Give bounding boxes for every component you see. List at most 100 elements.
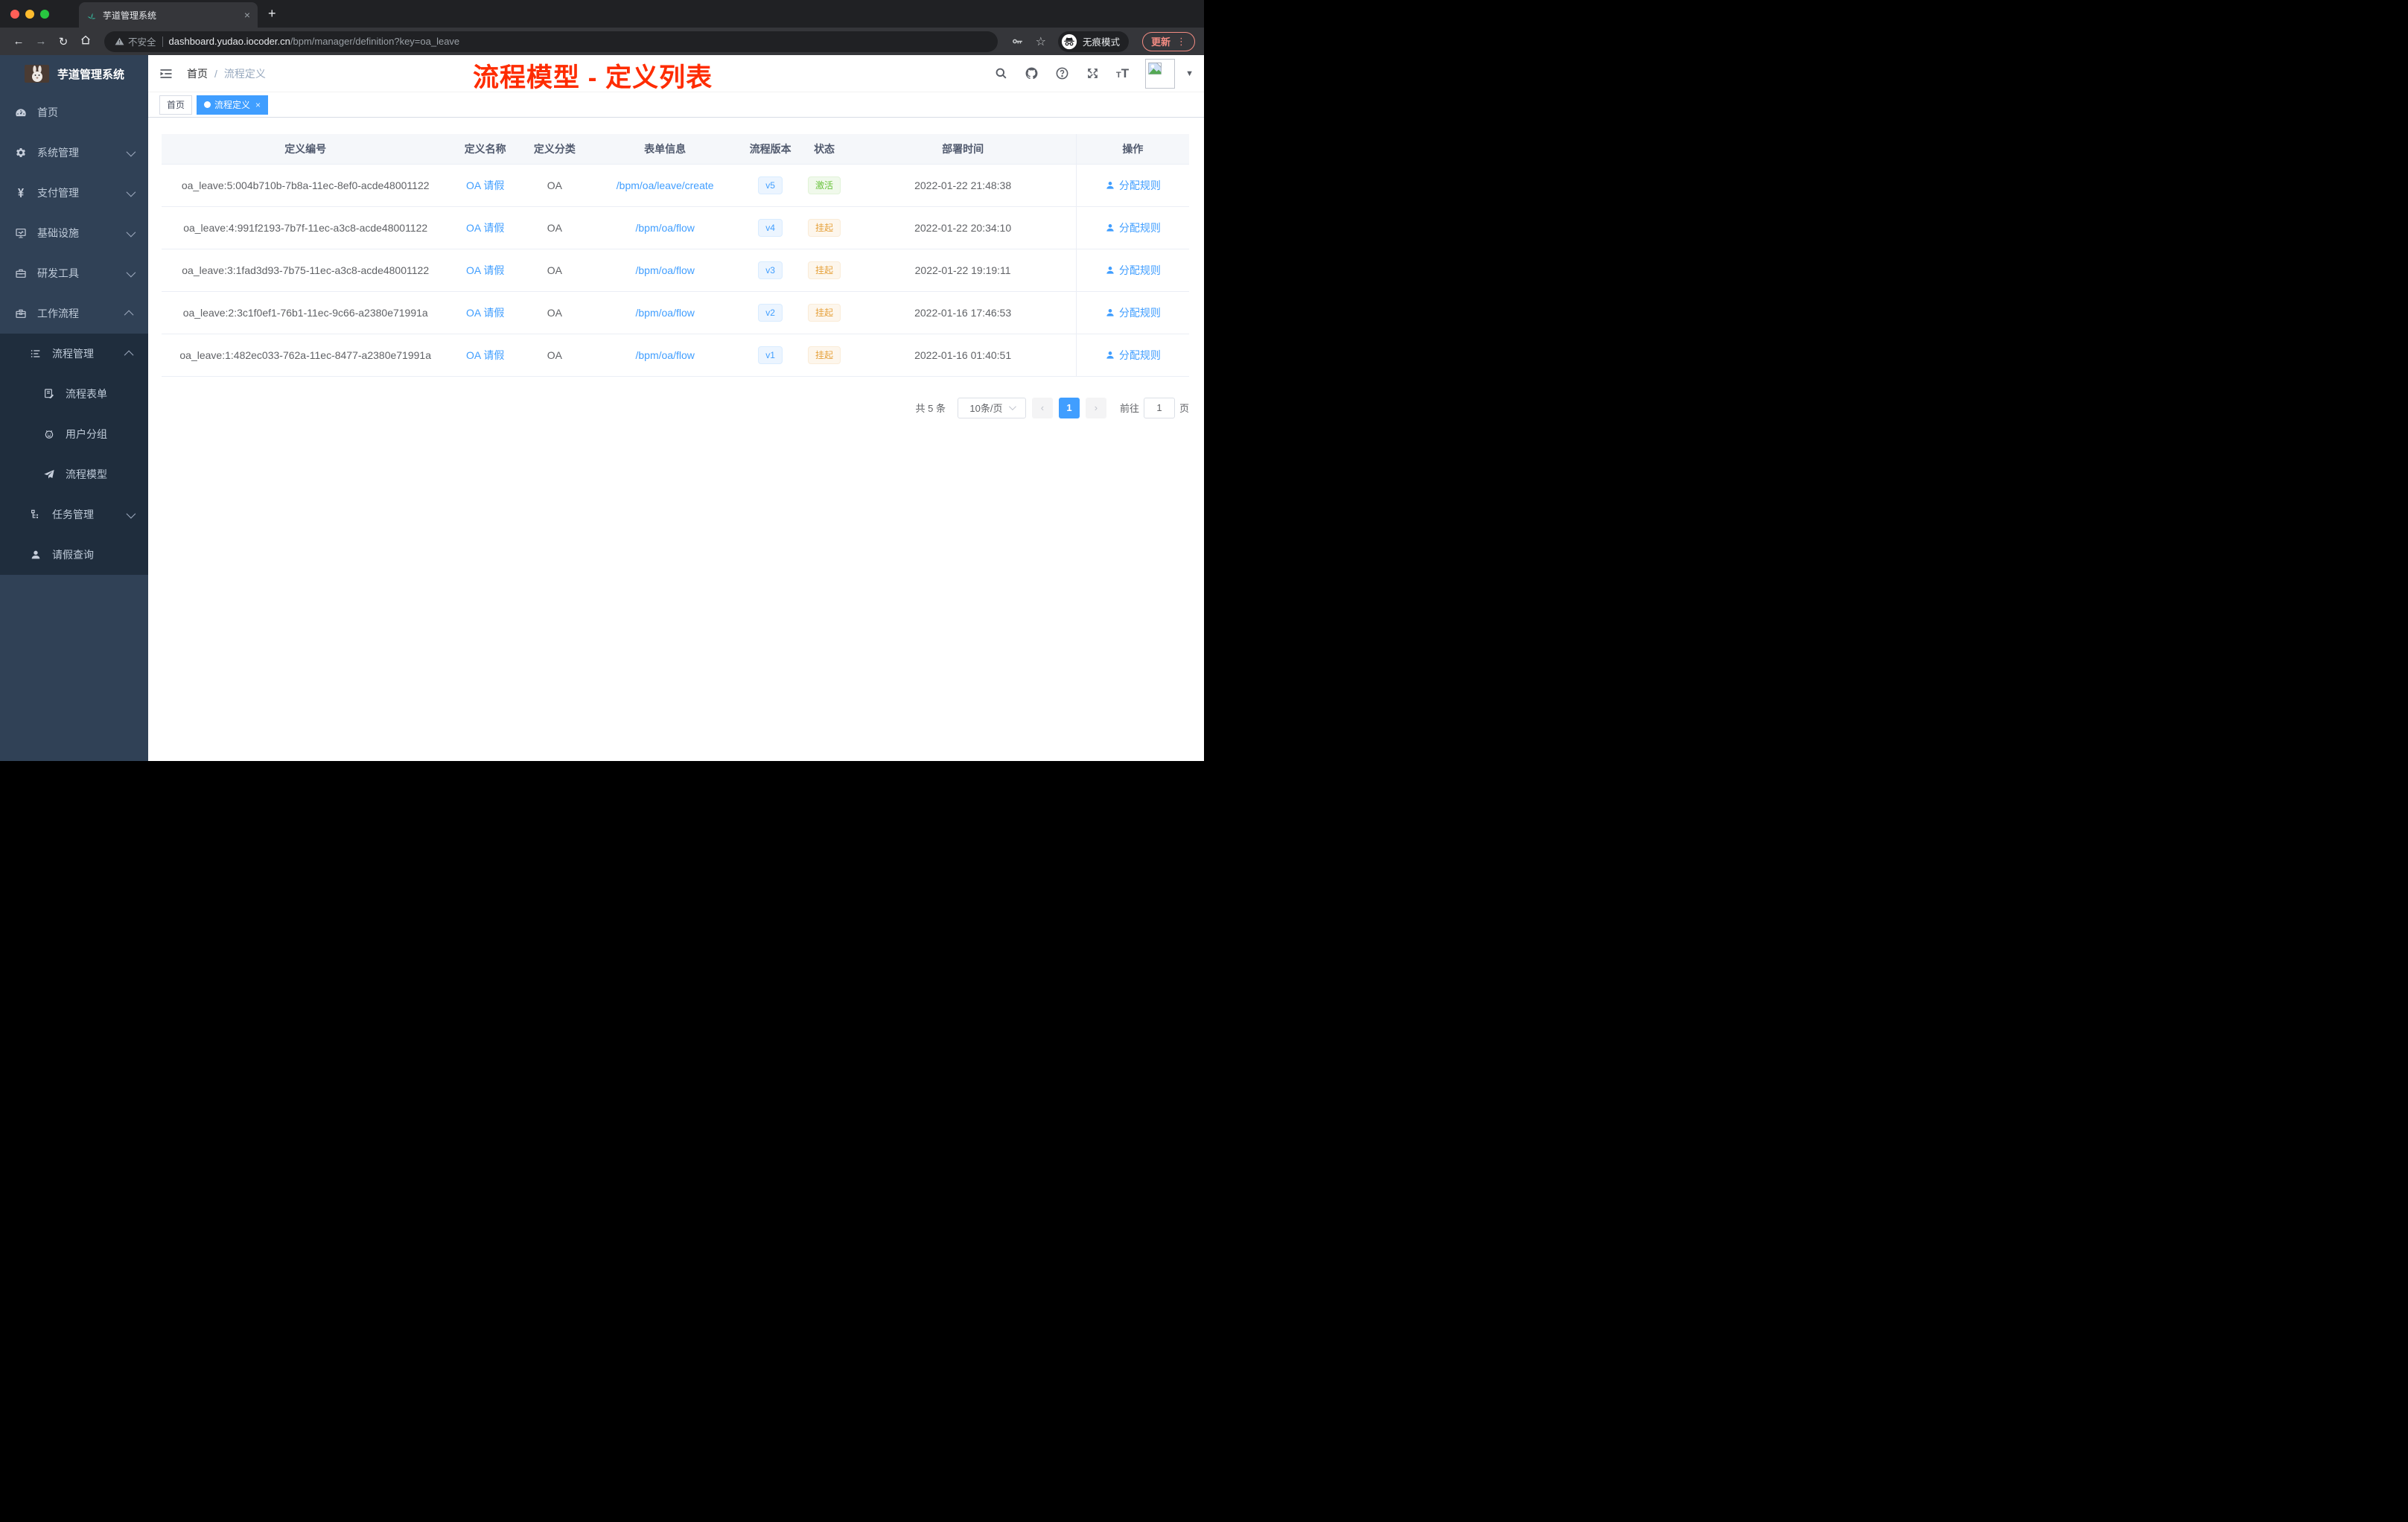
fullscreen-icon[interactable] <box>1086 66 1100 80</box>
sidebar-menu: 首页 系统管理 支付管理 基础设施 研发工具 工作流程 流程管理 流程表单 用户分组流程模型任务… <box>0 92 148 575</box>
tag-home[interactable]: 首页 <box>159 95 193 115</box>
col-process-version: 流程版本 <box>742 134 799 165</box>
form-info-link[interactable]: /bpm/oa/flow <box>635 264 694 276</box>
browser-tab[interactable]: 芋道管理系统 × <box>79 2 258 28</box>
font-size-icon[interactable]: TT <box>1116 67 1129 80</box>
goto-label: 前往 <box>1119 403 1139 414</box>
sidebar-item-process-model[interactable]: 流程模型 <box>0 454 148 494</box>
avatar-caret-icon[interactable]: ▼ <box>1185 69 1194 78</box>
key-icon[interactable] <box>1011 35 1024 48</box>
yen-icon <box>15 187 27 199</box>
col-actions: 操作 <box>1075 134 1189 165</box>
gauge-icon <box>15 106 27 118</box>
tag-close-icon[interactable]: × <box>255 100 261 110</box>
page-content: 定义编号 定义名称 定义分类 表单信息 流程版本 状态 部署时间 操作 oa_l… <box>148 118 1204 761</box>
paper-plane-icon <box>43 468 55 480</box>
sidebar-item-task-mgmt[interactable]: 任务管理 <box>0 494 148 535</box>
tag-active-dot <box>204 101 211 108</box>
url-separator <box>162 36 163 47</box>
table-row: oa_leave:1:482ec033-762a-11ec-8477-a2380… <box>162 334 1189 377</box>
incognito-badge: 无痕模式 <box>1057 31 1129 52</box>
header-actions: TT ▼ <box>994 58 1194 89</box>
url-bar[interactable]: 不安全 dashboard.yudao.iocoder.cn/bpm/manag… <box>104 31 998 52</box>
security-label: 不安全 <box>128 37 156 48</box>
chevron-down-icon <box>126 147 136 156</box>
sidebar-item-devtools[interactable]: 研发工具 <box>0 253 148 293</box>
window-minimize-button[interactable] <box>25 10 34 19</box>
tab-close-icon[interactable]: × <box>244 9 250 21</box>
github-icon[interactable] <box>1025 66 1039 80</box>
page-size-select[interactable]: 10条/页 <box>957 397 1026 418</box>
back-icon[interactable]: ← <box>9 35 28 48</box>
cell-definition-category: OA <box>520 206 588 249</box>
sidebar-item-workflow[interactable]: 工作流程 <box>0 293 148 334</box>
window-zoom-button[interactable] <box>40 10 49 19</box>
definition-name-link[interactable]: OA 请假 <box>466 349 504 361</box>
assign-rule-button[interactable]: 分配规则 <box>1105 305 1161 320</box>
sidebar-item-home[interactable]: 首页 <box>0 92 148 133</box>
col-definition-category: 定义分类 <box>520 134 588 165</box>
sidebar-item-payment[interactable]: 支付管理 <box>0 173 148 213</box>
reload-icon[interactable]: ↻ <box>54 35 73 48</box>
status-tag: 挂起 <box>808 346 841 364</box>
security-warning[interactable]: 不安全 <box>115 34 156 48</box>
tag-home-label: 首页 <box>167 100 185 110</box>
definition-name-link[interactable]: OA 请假 <box>466 222 504 234</box>
update-button[interactable]: 更新 ⋮ <box>1141 31 1195 51</box>
col-form-info: 表单信息 <box>587 134 742 165</box>
prev-page-button[interactable]: ‹ <box>1031 397 1053 418</box>
next-page-button[interactable]: › <box>1085 397 1106 418</box>
col-definition-name: 定义名称 <box>449 134 521 165</box>
avatar[interactable] <box>1145 58 1176 89</box>
new-tab-button[interactable]: + <box>268 6 276 22</box>
sidebar-item-system[interactable]: 系统管理 <box>0 133 148 173</box>
sidebar-item-process-form[interactable]: 流程表单 <box>0 374 148 414</box>
assign-rule-button[interactable]: 分配规则 <box>1105 178 1161 193</box>
form-icon <box>43 388 55 400</box>
definition-name-link[interactable]: OA 请假 <box>466 264 504 276</box>
sidebar-collapse-icon[interactable] <box>159 66 173 81</box>
breadcrumb-home[interactable]: 首页 <box>187 66 208 81</box>
tag-process-definition[interactable]: 流程定义 × <box>197 95 269 115</box>
search-icon[interactable] <box>994 66 1008 80</box>
sidebar-item-process-mgmt[interactable]: 流程管理 <box>0 334 148 374</box>
form-info-link[interactable]: /bpm/oa/flow <box>635 349 694 361</box>
assign-rule-label: 分配规则 <box>1118 179 1161 191</box>
app-title: 芋道管理系统 <box>57 68 125 81</box>
table-row: oa_leave:5:004b710b-7b8a-11ec-8ef0-acde4… <box>162 164 1189 207</box>
browser-menu-dots-icon[interactable]: ⋮ <box>1176 36 1186 48</box>
assign-rule-button[interactable]: 分配规则 <box>1105 348 1161 363</box>
form-info-link[interactable]: /bpm/oa/flow <box>635 222 694 234</box>
help-icon[interactable] <box>1055 66 1069 80</box>
sidebar-item-user-group[interactable]: 用户分组 <box>0 414 148 454</box>
home-icon[interactable] <box>76 34 95 49</box>
bookmark-star-icon[interactable]: ☆ <box>1036 34 1046 49</box>
broken-image-icon <box>1148 62 1162 74</box>
goto-page-input[interactable] <box>1143 397 1175 418</box>
assign-rule-button[interactable]: 分配规则 <box>1105 220 1161 235</box>
cell-deploy-time: 2022-01-16 01:40:51 <box>850 334 1077 377</box>
form-info-link[interactable]: /bpm/oa/flow <box>635 307 694 319</box>
assign-rule-button[interactable]: 分配规则 <box>1105 263 1161 278</box>
definition-name-link[interactable]: OA 请假 <box>466 307 504 319</box>
sidebar-item-label: 流程模型 <box>66 468 107 480</box>
assign-rule-label: 分配规则 <box>1118 348 1161 361</box>
page-1-button[interactable]: 1 <box>1058 397 1080 418</box>
form-info-link[interactable]: /bpm/oa/leave/create <box>617 179 714 191</box>
sidebar-item-infra[interactable]: 基础设施 <box>0 213 148 253</box>
window-close-button[interactable] <box>10 10 19 19</box>
definition-table: 定义编号 定义名称 定义分类 表单信息 流程版本 状态 部署时间 操作 oa_l… <box>162 134 1189 377</box>
sidebar-item-leave-query[interactable]: 请假查询 <box>0 535 148 575</box>
sidebar-logo-row[interactable]: 芋道管理系统 <box>0 55 148 92</box>
cell-definition-id: oa_leave:5:004b710b-7b8a-11ec-8ef0-acde4… <box>162 164 450 207</box>
forward-icon[interactable]: → <box>31 35 51 48</box>
definition-name-link[interactable]: OA 请假 <box>466 179 504 191</box>
user-icon <box>1106 266 1114 274</box>
table-row: oa_leave:3:1fad3d93-7b75-11ec-a3c8-acde4… <box>162 249 1189 292</box>
select-caret-icon <box>1008 403 1016 411</box>
app-frame: 芋道管理系统 首页 系统管理 支付管理 基础设施 研发工具 工作流程 流程管理 流程表单 用户分… <box>0 55 1204 761</box>
version-tag: v2 <box>758 303 783 322</box>
cell-deploy-time: 2022-01-16 17:46:53 <box>850 291 1077 334</box>
incognito-label: 无痕模式 <box>1082 37 1120 48</box>
version-tag: v1 <box>758 346 783 364</box>
